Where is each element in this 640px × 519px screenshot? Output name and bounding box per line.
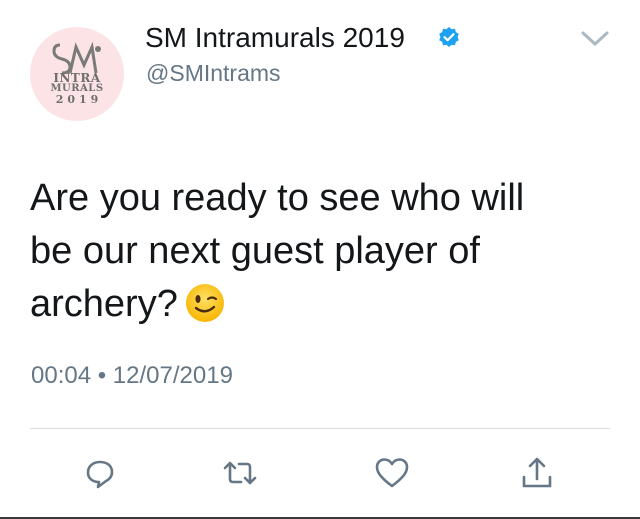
- retweet-icon: [223, 461, 257, 485]
- reply-icon: [86, 460, 114, 489]
- tweet-text-line2: be our next guest player of: [30, 230, 480, 272]
- divider: [30, 428, 610, 429]
- like-icon: [375, 458, 409, 488]
- tweet-text-line1: Are you ready to see who will: [30, 177, 525, 219]
- user-handle[interactable]: @SMIntrams: [146, 60, 281, 87]
- winking-face-icon: [185, 284, 224, 322]
- reply-button[interactable]: [80, 453, 120, 493]
- retweet-button[interactable]: [220, 453, 260, 493]
- display-name[interactable]: SM Intramurals 2019: [145, 22, 405, 54]
- verified-badge-icon: [439, 27, 459, 47]
- chevron-down-icon[interactable]: [580, 28, 610, 48]
- share-button[interactable]: [517, 453, 557, 493]
- tweet-timestamp[interactable]: 00:04 • 12/07/2019: [31, 362, 233, 390]
- tweet-text: Are you ready to see who will be our nex…: [30, 172, 620, 331]
- tweet-text-line3: archery?: [30, 283, 178, 325]
- avatar[interactable]: INTRA MURALS 2019: [30, 27, 124, 121]
- share-icon: [522, 457, 552, 488]
- avatar-text-year: 2019: [55, 93, 103, 106]
- like-button[interactable]: [372, 453, 412, 493]
